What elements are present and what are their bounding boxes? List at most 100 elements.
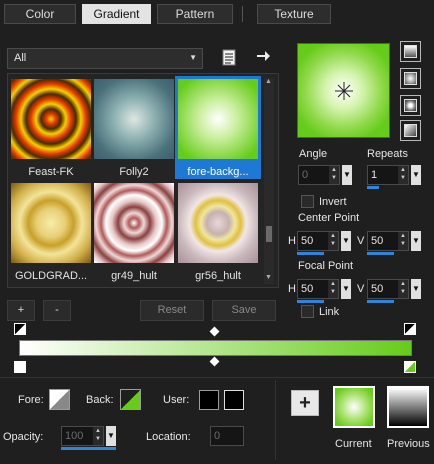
repeats-input[interactable]: 1 ▲ ▼ xyxy=(367,165,409,185)
focal-point-label: Focal Point xyxy=(298,260,354,272)
gradient-caption: Feast-FK xyxy=(28,166,74,178)
focal-v-dropdown[interactable]: ▼ xyxy=(411,279,421,299)
gradient-thumb-goldgrad[interactable] xyxy=(11,183,91,263)
center-point-label: Center Point xyxy=(298,212,360,224)
focal-v-spinner[interactable]: ▲ ▼ xyxy=(398,280,408,298)
style-rect-icon[interactable] xyxy=(400,95,421,116)
remove-gradient-button[interactable]: - xyxy=(43,300,71,321)
opacity-midpoint[interactable] xyxy=(209,326,220,337)
link-checkbox[interactable] xyxy=(301,305,314,318)
invert-label: Invert xyxy=(319,196,347,208)
bottom-divider xyxy=(0,377,434,378)
gradient-thumb-folly2[interactable] xyxy=(94,79,174,159)
opacity-spinner[interactable]: ▲ ▼ xyxy=(93,427,103,445)
gradient-preview[interactable] xyxy=(297,43,390,138)
center-v-value: 50 xyxy=(371,235,384,247)
add-gradient-button[interactable]: + xyxy=(7,300,35,321)
save-button[interactable]: Save xyxy=(212,300,276,321)
user-swatch-black[interactable] xyxy=(199,390,219,410)
user-label: User: xyxy=(163,394,190,406)
tab-color[interactable]: Color xyxy=(4,4,76,24)
angle-value: 0 xyxy=(302,169,309,181)
focal-h-label: H xyxy=(288,283,296,295)
center-v-dropdown[interactable]: ▼ xyxy=(411,231,421,251)
gradient-caption: GOLDGRAD... xyxy=(14,270,88,282)
center-v-input[interactable]: 50 ▲ ▼ xyxy=(367,231,409,251)
opacity-dropdown[interactable]: ▼ xyxy=(106,426,116,446)
style-sunburst-icon[interactable] xyxy=(400,120,421,141)
center-h-dropdown[interactable]: ▼ xyxy=(341,231,351,251)
angle-input[interactable]: 0 ▲ ▼ xyxy=(298,165,340,185)
previous-swatch[interactable] xyxy=(387,386,429,428)
opacity-slider[interactable] xyxy=(61,447,116,450)
focal-v-slider[interactable] xyxy=(367,300,394,303)
gradient-thumb-gr49-hult[interactable] xyxy=(94,183,174,263)
fore-swatch[interactable] xyxy=(49,389,70,410)
tab-gradient[interactable]: Gradient xyxy=(82,4,151,24)
center-v-label: V xyxy=(357,235,365,247)
angle-spinner[interactable]: ▲ ▼ xyxy=(329,166,339,184)
angle-label: Angle xyxy=(299,148,328,160)
focal-h-dropdown[interactable]: ▼ xyxy=(341,279,351,299)
focal-v-label: V xyxy=(357,283,365,295)
add-swatch-button[interactable]: + xyxy=(291,390,319,416)
arrow-right-icon[interactable] xyxy=(255,48,271,64)
repeats-slider[interactable] xyxy=(367,186,379,189)
location-label: Location: xyxy=(146,431,191,443)
opacity-input[interactable]: 100 ▲ ▼ xyxy=(61,426,104,446)
scrollbar-thumb[interactable] xyxy=(266,226,272,242)
opacity-value: 100 xyxy=(65,430,84,442)
center-v-slider[interactable] xyxy=(367,252,394,255)
opacity-stop-right[interactable] xyxy=(404,323,416,335)
focal-h-input[interactable]: 50 ▲ ▼ xyxy=(297,279,339,299)
tab-texture[interactable]: Texture xyxy=(257,4,331,24)
repeats-dropdown[interactable]: ▼ xyxy=(411,165,421,185)
scroll-down-icon[interactable]: ▼ xyxy=(265,274,272,281)
location-value: 0 xyxy=(214,430,221,442)
opacity-stop-left[interactable] xyxy=(14,323,26,335)
gradient-thumb-feast-fk[interactable] xyxy=(11,79,91,159)
gradient-caption: fore-backg... xyxy=(187,166,249,178)
reset-button[interactable]: Reset xyxy=(140,300,204,321)
category-dropdown[interactable]: All ▼ xyxy=(7,48,203,69)
focal-h-slider[interactable] xyxy=(297,300,324,303)
center-h-slider[interactable] xyxy=(297,252,324,255)
focal-v-input[interactable]: 50 ▲ ▼ xyxy=(367,279,409,299)
repeats-label: Repeats xyxy=(367,148,408,160)
center-v-spinner[interactable]: ▲ ▼ xyxy=(398,232,408,250)
gradient-bar[interactable] xyxy=(19,340,412,356)
color-stop-right[interactable] xyxy=(404,361,416,373)
gradient-thumb-fore-background[interactable] xyxy=(178,79,258,159)
gradient-list-scrollbar[interactable]: ▲ ▼ xyxy=(264,78,274,284)
fore-label: Fore: xyxy=(18,394,44,406)
style-linear-icon[interactable] xyxy=(400,41,421,62)
repeats-spinner[interactable]: ▲ ▼ xyxy=(398,166,408,184)
back-swatch[interactable] xyxy=(120,389,141,410)
gradient-caption: gr49_hult xyxy=(111,270,157,282)
focal-h-spinner[interactable]: ▲ ▼ xyxy=(328,280,338,298)
center-h-value: 50 xyxy=(301,235,314,247)
user-swatch-black-2[interactable] xyxy=(224,390,244,410)
scroll-up-icon[interactable]: ▲ xyxy=(265,78,272,85)
gradient-thumb-gr56-hult[interactable] xyxy=(178,183,258,263)
center-h-spinner[interactable]: ▲ ▼ xyxy=(328,232,338,250)
color-midpoint[interactable] xyxy=(209,356,220,367)
current-swatch[interactable] xyxy=(333,386,375,428)
sunburst-center-icon[interactable] xyxy=(335,82,353,100)
focal-h-value: 50 xyxy=(301,283,314,295)
focal-v-value: 50 xyxy=(371,283,384,295)
tab-pattern[interactable]: Pattern xyxy=(157,4,233,24)
back-label: Back: xyxy=(86,394,114,406)
list-icon[interactable] xyxy=(222,49,236,66)
color-stop-left[interactable] xyxy=(14,361,26,373)
center-h-input[interactable]: 50 ▲ ▼ xyxy=(297,231,339,251)
location-input[interactable]: 0 xyxy=(210,426,244,446)
style-radial-icon[interactable] xyxy=(400,68,421,89)
current-label: Current xyxy=(335,438,372,450)
repeats-value: 1 xyxy=(371,169,378,181)
invert-checkbox[interactable] xyxy=(301,195,314,208)
center-h-label: H xyxy=(288,235,296,247)
tab-separator xyxy=(242,6,243,22)
angle-dropdown[interactable]: ▼ xyxy=(342,165,352,185)
category-dropdown-value: All xyxy=(14,52,27,64)
